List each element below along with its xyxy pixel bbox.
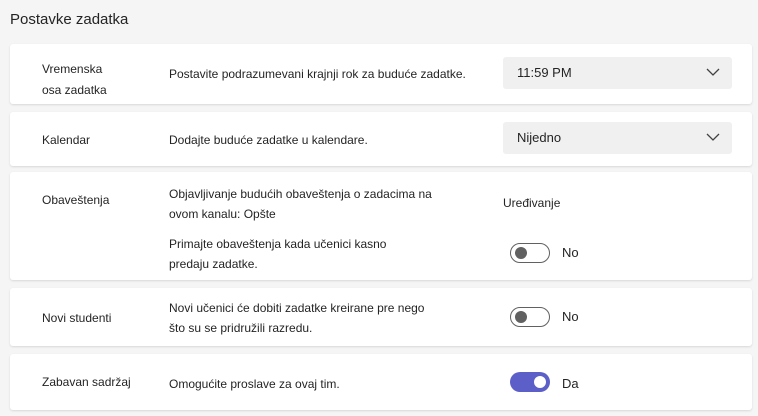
late-desc-line1: Primajte obaveštenja kada učenici kasno xyxy=(169,237,387,251)
celebrations-toggle[interactable] xyxy=(510,372,550,392)
page-title: Postavke zadatka xyxy=(10,11,129,28)
toggle-knob xyxy=(515,311,527,323)
new-students-desc-line1: Novi učenici će dobiti zadatke kreirane … xyxy=(169,301,425,315)
toggle-knob xyxy=(515,247,527,259)
new-students-toggle-label: No xyxy=(562,309,579,324)
new-students-toggle[interactable] xyxy=(510,307,550,327)
new-students-desc-line2: što su se pridružili razredu. xyxy=(169,321,313,335)
late-submission-toggle-label: No xyxy=(562,245,579,260)
due-time-value: 11:59 PM xyxy=(517,65,572,80)
new-students-label: Novi studenti xyxy=(42,311,112,325)
new-students-card: Novi studenti Novi učenici će dobiti zad… xyxy=(10,288,752,346)
timeline-label-line1: Vremenska xyxy=(42,62,103,76)
celebrations-toggle-label: Da xyxy=(562,376,579,391)
calendar-dropdown[interactable]: Nijedno xyxy=(503,122,732,154)
calendar-label: Kalendar xyxy=(42,133,91,147)
edit-channel-link[interactable]: Uređivanje xyxy=(503,196,560,210)
calendar-description: Dodajte buduće zadatke u kalendare. xyxy=(169,133,368,147)
due-time-dropdown[interactable]: 11:59 PM xyxy=(503,57,732,89)
post-notifications-description: Objavljivanje budućih obaveštenja o zada… xyxy=(169,184,432,224)
post-desc-line2: ovom kanalu: Opšte xyxy=(169,207,276,221)
post-desc-line1: Objavljivanje budućih obaveštenja o zada… xyxy=(169,187,432,201)
late-desc-line2: predaju zadatke. xyxy=(169,257,258,271)
calendar-value: Nijedno xyxy=(517,130,562,145)
timeline-label: Vremenska osa zadatka xyxy=(42,60,107,99)
chevron-down-icon xyxy=(706,133,720,141)
fun-content-label: Zabavan sadržaj xyxy=(42,375,131,389)
timeline-label-line2: osa zadatka xyxy=(42,83,107,97)
notifications-label: Obaveštenja xyxy=(42,193,110,207)
late-submission-description: Primajte obaveštenja kada učenici kasno … xyxy=(169,234,386,274)
new-students-description: Novi učenici će dobiti zadatke kreirane … xyxy=(169,298,424,338)
fun-content-card: Zabavan sadržaj Omogućite proslave za ov… xyxy=(10,354,752,410)
late-submission-toggle[interactable] xyxy=(510,243,550,263)
chevron-down-icon xyxy=(706,68,720,76)
toggle-knob xyxy=(534,376,546,388)
timeline-card: Vremenska osa zadatka Postavite podrazum… xyxy=(10,44,752,104)
timeline-description: Postavite podrazumevani krajnji rok za b… xyxy=(169,67,466,81)
fun-content-description: Omogućite proslave za ovaj tim. xyxy=(169,377,340,391)
notifications-card: Obaveštenja Objavljivanje budućih obaveš… xyxy=(10,172,752,280)
calendar-card: Kalendar Dodajte buduće zadatke u kalend… xyxy=(10,112,752,166)
